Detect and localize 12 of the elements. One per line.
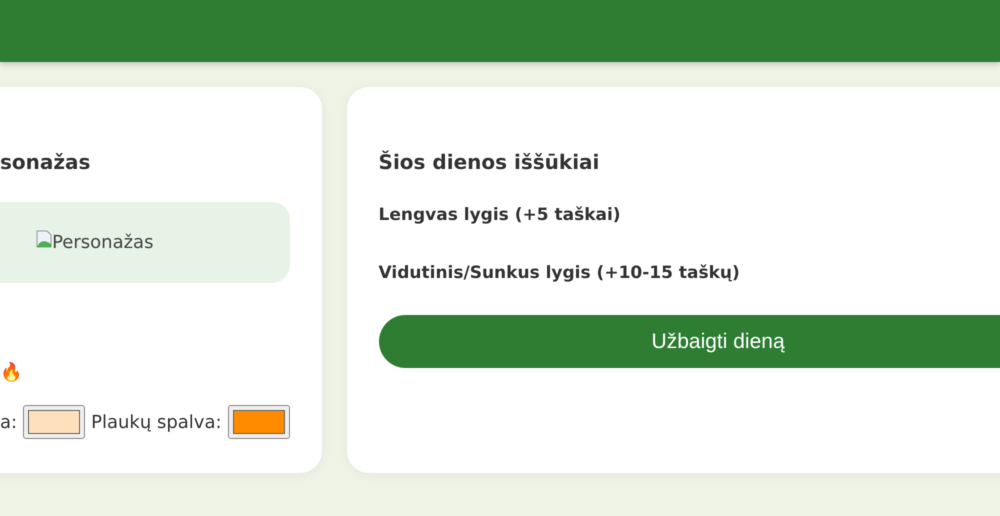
card-title: sonažas bbox=[0, 149, 90, 176]
level-heading: Vidutinis/Sunkus lygis (+10-15 taškų) bbox=[378, 262, 740, 284]
hair-color-label: Plaukų spalva: bbox=[91, 412, 222, 432]
image-alt-text: Personažas bbox=[52, 232, 154, 253]
hair-color-picker[interactable] bbox=[228, 405, 290, 439]
card-title: Šios dienos iššūkiai bbox=[378, 149, 600, 176]
finish-day-button[interactable]: Užbaigti dieną bbox=[378, 315, 1000, 368]
skin-color-label: a: bbox=[0, 412, 18, 432]
broken-image-icon bbox=[36, 230, 52, 248]
skin-color-picker[interactable] bbox=[23, 405, 86, 439]
fire-icon: 🔥 bbox=[0, 361, 22, 385]
level-heading: Lengvas lygis (+5 taškai) bbox=[378, 204, 621, 226]
